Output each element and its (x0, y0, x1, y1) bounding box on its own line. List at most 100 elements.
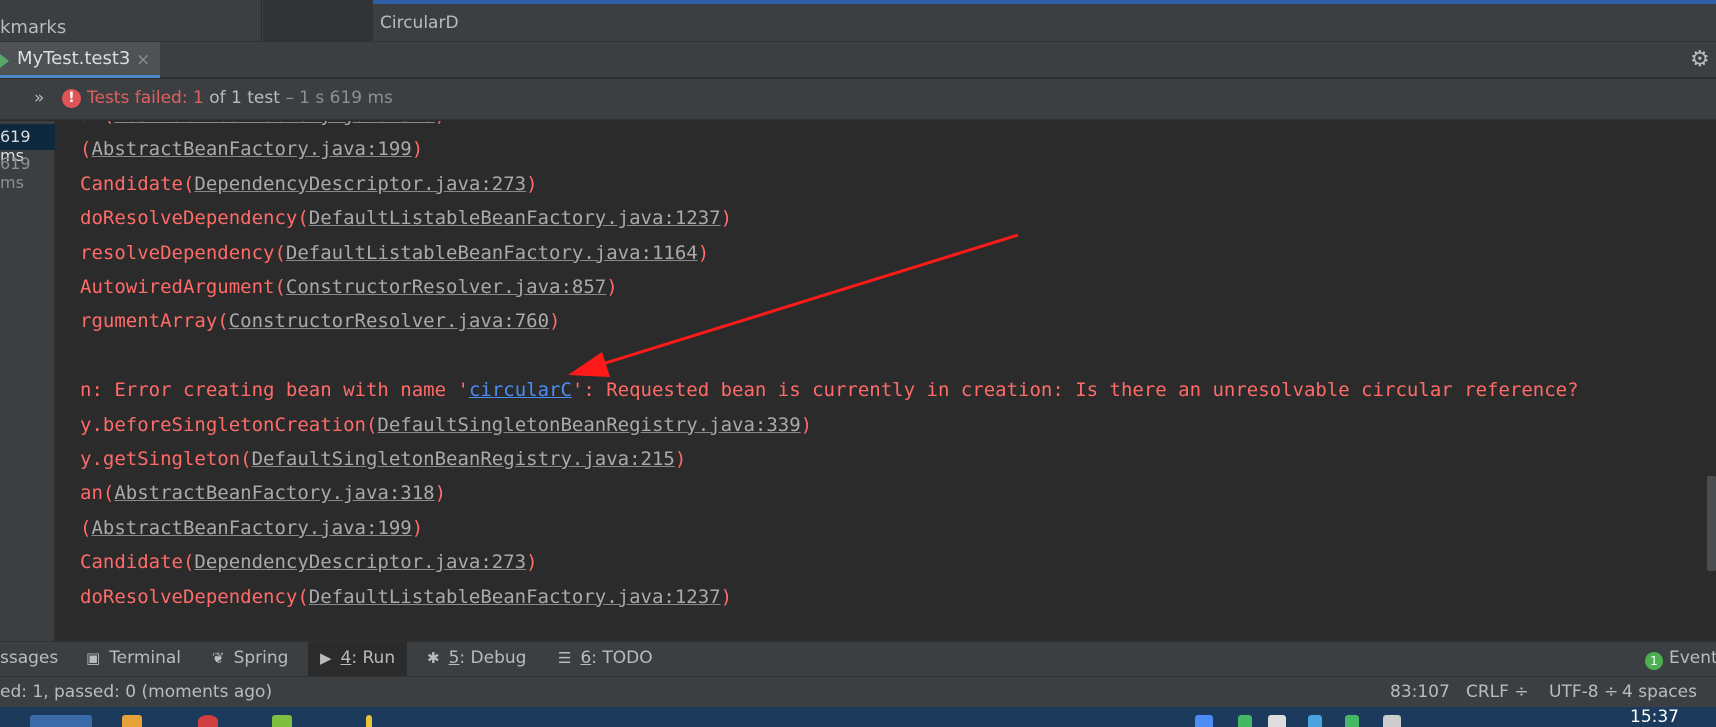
test-time: 619 ms (0, 154, 31, 192)
spring-tool-button[interactable]: ❦ Spring (212, 648, 288, 668)
messages-label: ssages (0, 648, 59, 668)
debug-tool-button[interactable]: ✱ 5: Debug (427, 648, 526, 668)
status-message[interactable]: ed: 1, passed: 0 (moments ago) (0, 682, 272, 702)
console-line: (AbstractBeanFactory.java:199) (80, 517, 423, 539)
console-text: ) (549, 310, 561, 333)
terminal-tool-button[interactable]: ▣ Terminal (86, 648, 181, 668)
test-tree-panel: 619 ms 619 ms (0, 121, 55, 641)
run-config-tab[interactable]: MyTest.test3 × (0, 42, 160, 78)
console-text: ) (720, 207, 733, 230)
top-tab-strip: kmarks CircularD (0, 0, 1716, 41)
stack-trace-link[interactable]: AbstractBeanFactory.java:199 (91, 138, 411, 160)
gear-icon[interactable]: ⚙ (1690, 48, 1714, 72)
tray-icon[interactable] (1268, 715, 1286, 727)
editor-tab-circulard[interactable]: CircularD (373, 0, 1716, 41)
tests-failed-label: Tests failed: 1 (87, 88, 204, 108)
taskbar-clock: 15:37 (1630, 707, 1679, 727)
stack-trace-link[interactable]: DefaultListableBeanFactory.java:1237 (309, 586, 721, 608)
console-text: ) (526, 551, 538, 574)
debug-mnemonic: 5 (448, 648, 460, 668)
console-text: Candidate( (80, 172, 195, 195)
console-text: rgumentArray( (80, 310, 229, 333)
console-text: ) (606, 276, 618, 298)
console-text: ) (674, 448, 687, 470)
console-text: an( (80, 121, 114, 126)
terminal-icon: ▣ (86, 649, 101, 667)
console-text: n: Error creating bean with name ' (80, 379, 469, 402)
tray-icon[interactable] (1308, 715, 1322, 727)
caret-position[interactable]: 83:107 (1390, 682, 1450, 702)
event-log-button[interactable]: Event (1669, 648, 1716, 668)
error-icon: ! (62, 89, 81, 108)
console-text: ) (411, 138, 424, 161)
event-log-label: Event (1669, 648, 1716, 668)
console-line: resolveDependency(DefaultListableBeanFac… (80, 242, 709, 264)
bookmarks-panel-tab[interactable]: kmarks (0, 0, 262, 41)
console-text: ( (80, 138, 92, 161)
console-line: Candidate(DependencyDescriptor.java:273) (80, 551, 538, 573)
line-separator[interactable]: CRLF ÷ (1466, 682, 1529, 702)
stack-trace-link[interactable]: DefaultListableBeanFactory.java:1237 (309, 207, 721, 229)
test-status-row: » ! Tests failed: 1 of 1 test – 1 s 619 … (0, 79, 1716, 120)
console-text: ) (800, 413, 813, 436)
taskbar-app-icon[interactable] (30, 715, 92, 727)
run-label: : Run (351, 648, 396, 668)
test-result-summary: Tests failed: 1 of 1 test – 1 s 619 ms (87, 88, 393, 108)
tests-total-label: of 1 test (209, 88, 280, 108)
tray-icon[interactable] (1238, 715, 1252, 727)
test-tree-row-selected[interactable]: 619 ms (0, 124, 55, 165)
messages-tool-button[interactable]: ssages (0, 648, 58, 668)
console-text: resolveDependency( (80, 241, 286, 264)
stack-trace-link[interactable]: DefaultSingletonBeanRegistry.java:215 (252, 448, 675, 470)
run-tool-button[interactable]: ▶ 4: Run (308, 642, 408, 677)
stack-trace-link[interactable]: DefaultSingletonBeanRegistry.java:339 (377, 414, 800, 436)
test-tree-row[interactable]: 619 ms (0, 154, 54, 192)
console-line: Candidate(DependencyDescriptor.java:273) (80, 173, 538, 195)
spring-icon: ❦ (212, 649, 225, 667)
editor-tab-label: CircularD (380, 13, 459, 33)
close-icon[interactable]: × (136, 50, 150, 70)
console-text: doResolveDependency( (80, 585, 309, 608)
stack-trace-link[interactable]: ConstructorResolver.java:857 (286, 276, 606, 298)
taskbar-app-icon[interactable] (272, 715, 292, 727)
ide-status-bar: ed: 1, passed: 0 (moments ago) 83:107 CR… (0, 676, 1716, 722)
todo-tool-button[interactable]: ☰ 6: TODO (558, 648, 653, 668)
stack-trace-link[interactable]: AbstractBeanFactory.java:318 (114, 121, 434, 126)
os-taskbar: 15:37 (0, 707, 1716, 727)
console-line: (AbstractBeanFactory.java:199) (80, 138, 423, 160)
console-text: ) (434, 482, 447, 505)
bean-name-link[interactable]: circularC (469, 379, 572, 401)
event-log-badge: 1 (1645, 652, 1663, 670)
run-play-icon (0, 54, 9, 68)
run-tool-header: MyTest.test3 × ⚙ (0, 41, 1716, 78)
stack-trace-link[interactable]: ConstructorResolver.java:760 (229, 310, 549, 332)
todo-label: : TODO (591, 648, 653, 668)
tray-icon[interactable] (1345, 715, 1359, 727)
console-text: ': Requested bean is currently in creati… (571, 379, 1579, 402)
expand-chevron-icon[interactable]: » (34, 88, 44, 108)
console-text: ) (720, 585, 733, 608)
stack-trace-link[interactable]: AbstractBeanFactory.java:318 (114, 482, 434, 504)
console-line: y.beforeSingletonCreation(DefaultSinglet… (80, 414, 812, 436)
console-output[interactable]: an(AbstractBeanFactory.java:318)(Abstrac… (56, 121, 1716, 641)
console-scrollbar-thumb[interactable] (1707, 476, 1716, 571)
stack-trace-link[interactable]: DependencyDescriptor.java:273 (194, 173, 526, 195)
stack-trace-link[interactable]: AbstractBeanFactory.java:199 (91, 517, 411, 539)
console-text: an( (80, 482, 115, 505)
taskbar-app-icon[interactable] (122, 715, 142, 727)
console-text: ) (526, 172, 538, 195)
tab-strip-gap (263, 0, 373, 41)
tray-icon[interactable] (1195, 715, 1213, 727)
file-encoding[interactable]: UTF-8 ÷ (1549, 682, 1618, 702)
console-line: doResolveDependency(DefaultListableBeanF… (80, 207, 732, 229)
console-text: Candidate( (80, 551, 195, 574)
tray-icon[interactable] (1383, 715, 1401, 727)
stack-trace-link[interactable]: DefaultListableBeanFactory.java:1164 (286, 242, 698, 264)
run-config-label: MyTest.test3 (17, 48, 131, 69)
console-text: ) (697, 241, 710, 264)
stack-trace-link[interactable]: DependencyDescriptor.java:273 (194, 551, 526, 573)
debug-label: : Debug (459, 648, 527, 668)
taskbar-app-icon[interactable] (198, 715, 218, 727)
console-line: doResolveDependency(DefaultListableBeanF… (80, 586, 732, 608)
taskbar-app-icon[interactable] (366, 715, 372, 727)
